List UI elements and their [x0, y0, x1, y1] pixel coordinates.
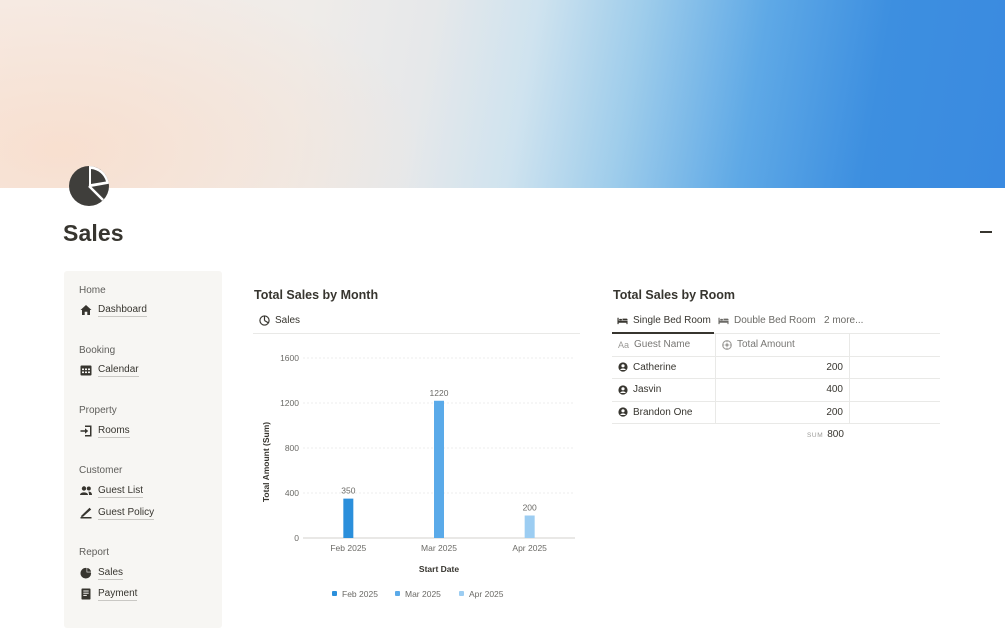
person-icon [618, 385, 628, 395]
total-amount-cell[interactable]: 200 [716, 356, 850, 378]
cover-image [0, 0, 1005, 188]
tab-label: Single Bed Room [633, 314, 711, 326]
sales-by-month-title: Total Sales by Month [254, 288, 379, 302]
x-tick-label: Apr 2025 [512, 543, 547, 553]
legend-label[interactable]: Feb 2025 [342, 589, 378, 599]
sidebar-item-label: Dashboard [98, 303, 147, 317]
sidebar-item-calendar[interactable]: Calendar [80, 362, 139, 378]
text-property-icon: Aa [618, 339, 630, 350]
bar[interactable] [343, 498, 354, 538]
empty-cell [850, 402, 940, 424]
person-icon [618, 362, 628, 372]
total-amount-cell[interactable]: 200 [716, 401, 850, 423]
sales-by-room-title: Total Sales by Room [613, 288, 736, 302]
sidebar-item-guest-policy[interactable]: Guest Policy [80, 505, 155, 521]
tabs-divider [253, 333, 580, 334]
people-icon [80, 486, 92, 495]
person-icon [618, 407, 628, 417]
sidebar-section-customer: Customer [79, 465, 123, 476]
bar-data-label: 1220 [430, 388, 449, 398]
bar[interactable] [524, 515, 535, 539]
sidebar-item-label: Guest List [98, 484, 144, 498]
sidebar-item-label: Calendar [98, 363, 139, 377]
empty-cell [850, 357, 940, 379]
pie-chart-icon [69, 166, 109, 206]
legend-swatch [459, 591, 464, 596]
guest-name: Catherine [633, 361, 677, 373]
sidebar-section-booking: Booking [79, 345, 116, 356]
y-tick-label: 1200 [280, 398, 299, 408]
sidebar-item-dashboard[interactable]: Dashboard [80, 302, 147, 318]
guest-name: Jasvin [633, 384, 662, 396]
y-tick-label: 800 [285, 443, 299, 453]
sidebar-navigation: Home Dashboard Booking Calendar Property… [64, 271, 222, 628]
tab-sales-view[interactable]: Sales [259, 311, 300, 329]
x-tick-label: Feb 2025 [330, 543, 366, 553]
tab-single-bed-room[interactable]: Single Bed Room [617, 311, 711, 329]
door-enter-icon [80, 425, 92, 437]
sidebar-item-label: Rooms [98, 424, 130, 438]
page-title: Sales [63, 220, 124, 246]
table-row[interactable]: Jasvin 400 [612, 379, 940, 402]
x-tick-label: Mar 2025 [421, 543, 457, 553]
sales-by-room-table: Aa Guest Name Total Amount Catherine 200… [612, 334, 940, 424]
guest-name-cell[interactable]: Jasvin [612, 379, 716, 401]
sidebar-item-guest-list[interactable]: Guest List [80, 483, 144, 499]
total-amount-cell[interactable]: 400 [716, 379, 850, 401]
column-header-guest-name[interactable]: Aa Guest Name [612, 334, 716, 356]
y-tick-label: 400 [285, 488, 299, 498]
guest-name-cell[interactable]: Brandon One [612, 401, 716, 423]
sales-by-month-chart: 0 400 800 1200 1600 350 1220 200 Feb 2025 Mar 2… [261, 353, 575, 599]
bar-data-label: 350 [341, 486, 355, 496]
chart-icon [259, 314, 270, 326]
tab-label: Double Bed Room [734, 314, 816, 326]
legend-label[interactable]: Apr 2025 [469, 589, 504, 599]
guest-name: Brandon One [633, 406, 693, 418]
legend-swatch [332, 591, 337, 596]
sidebar-item-label: Guest Policy [98, 506, 155, 520]
table-header-row: Aa Guest Name Total Amount [612, 334, 940, 357]
collapse-icon[interactable] [980, 231, 992, 233]
pie-chart-icon [80, 567, 92, 579]
sidebar-item-label: Payment [98, 587, 138, 601]
calendar-icon [80, 365, 92, 376]
bed-icon [718, 317, 729, 324]
legend-swatch [395, 591, 400, 596]
sidebar-item-payment[interactable]: Payment [80, 586, 138, 602]
rollup-property-icon [722, 339, 732, 350]
sidebar-item-label: Sales [98, 566, 124, 580]
y-axis-label: Total Amount (Sum) [261, 422, 271, 502]
sum-label: SUM [807, 432, 824, 439]
table-row[interactable]: Brandon One 200 [612, 401, 940, 424]
bar-data-label: 200 [523, 503, 537, 513]
more-views-button[interactable]: 2 more... [824, 311, 863, 329]
x-axis-label: Start Date [419, 564, 459, 574]
sum-footer[interactable]: SUM 800 [807, 429, 844, 440]
sum-value: 800 [827, 429, 844, 440]
y-tick-label: 1600 [280, 353, 299, 363]
sidebar-item-rooms[interactable]: Rooms [80, 423, 130, 439]
bar[interactable] [434, 400, 444, 538]
table-row[interactable]: Catherine 200 [612, 356, 940, 379]
y-tick-label: 0 [294, 533, 299, 543]
sidebar-item-sales[interactable]: Sales [80, 565, 124, 581]
receipt-icon [81, 588, 91, 600]
tab-label: Sales [275, 314, 301, 326]
signature-icon [80, 507, 92, 519]
legend-label[interactable]: Mar 2025 [405, 589, 441, 599]
sidebar-section-home: Home [79, 285, 106, 296]
bed-icon [617, 317, 628, 324]
empty-cell [850, 379, 940, 401]
sidebar-section-property: Property [79, 405, 117, 416]
column-label: Total Amount [737, 339, 795, 351]
tab-double-bed-room[interactable]: Double Bed Room [718, 311, 816, 329]
table-header-spacer [850, 334, 940, 356]
sidebar-section-report: Report [79, 547, 110, 558]
home-icon [80, 305, 92, 315]
column-header-total-amount[interactable]: Total Amount [716, 334, 850, 356]
column-label: Guest Name [634, 339, 691, 351]
guest-name-cell[interactable]: Catherine [612, 356, 716, 378]
